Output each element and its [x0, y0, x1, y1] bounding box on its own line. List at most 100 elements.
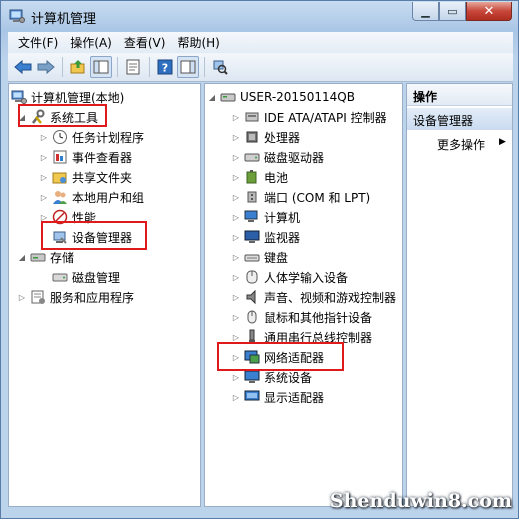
properties-icon: [126, 59, 140, 75]
device-category-label: 鼠标和其他指针设备: [264, 310, 373, 325]
tree-item-disk-management[interactable]: 磁盘管理: [52, 267, 120, 287]
expand-arrow-icon[interactable]: ▷: [39, 172, 49, 182]
actions-header: 操作: [407, 84, 512, 106]
expand-arrow-icon[interactable]: ▷: [231, 212, 241, 222]
minimize-button[interactable]: ▁: [412, 2, 439, 21]
highlight-network-adapters: [217, 342, 344, 371]
device-category-item[interactable]: ▷ 显示适配器: [231, 387, 324, 407]
services-icon: [31, 290, 45, 304]
device-category-item[interactable]: ▷ 键盘: [231, 247, 288, 267]
toolbar-separator: [62, 57, 63, 77]
device-category-label: 系统设备: [264, 370, 313, 385]
expand-arrow-icon[interactable]: ▷: [17, 292, 27, 302]
device-category-label: 人体学输入设备: [264, 270, 349, 285]
device-category-item[interactable]: ▷ 电池: [231, 167, 288, 187]
folder-up-icon: [70, 60, 85, 74]
device-category-item[interactable]: ▷ 处理器: [231, 127, 300, 147]
more-actions-link[interactable]: 更多操作: [437, 136, 485, 153]
tree-item-label: 磁盘管理: [72, 270, 121, 285]
expand-arrow-icon[interactable]: ▷: [39, 192, 49, 202]
tree-item-storage[interactable]: ◢ 存储: [17, 247, 74, 267]
device-category-label: 键盘: [264, 250, 289, 265]
computer-icon: [244, 210, 258, 222]
device-category-item[interactable]: ▷ 人体学输入设备: [231, 267, 348, 287]
device-category-item[interactable]: ▷ 鼠标和其他指针设备: [231, 307, 372, 327]
device-category-label: 电池: [264, 170, 289, 185]
expand-arrow-icon[interactable]: ▷: [231, 372, 241, 382]
show-hide-action-pane-button[interactable]: [177, 56, 199, 78]
event-viewer-icon: [53, 150, 67, 164]
computer-icon: [220, 93, 236, 102]
up-one-level-button[interactable]: [67, 56, 89, 78]
expand-arrow-icon[interactable]: ▷: [231, 332, 241, 342]
device-category-item[interactable]: ▷ 监视器: [231, 227, 300, 247]
tree-item-label: 事件查看器: [72, 150, 133, 165]
forward-button[interactable]: [35, 56, 57, 78]
expand-arrow-icon[interactable]: ▷: [231, 312, 241, 322]
expand-arrow-icon[interactable]: ▷: [39, 152, 49, 162]
caption-buttons: ▁ ▭ ✕: [412, 2, 512, 21]
computer-name: USER-20150114QB: [240, 90, 355, 104]
help-icon: ?: [157, 59, 173, 75]
maximize-button[interactable]: ▭: [439, 2, 466, 21]
disk-drive-icon: [244, 153, 260, 162]
shared-folder-icon: [52, 172, 67, 184]
console-tree-icon: [93, 60, 109, 74]
mouse-icon: [247, 310, 257, 324]
expand-arrow-icon[interactable]: ▷: [231, 392, 241, 402]
collapse-arrow-icon[interactable]: ◢: [207, 92, 217, 102]
device-category-label: 计算机: [264, 210, 301, 225]
expand-arrow-icon[interactable]: ▷: [231, 152, 241, 162]
battery-icon: [246, 170, 257, 184]
tree-item-label: 任务计划程序: [72, 130, 145, 145]
expand-arrow-icon[interactable]: ▷: [39, 132, 49, 142]
show-hide-console-tree-button[interactable]: [90, 56, 112, 78]
toolbar-separator: [149, 57, 150, 77]
menu-help[interactable]: 帮助(H): [171, 34, 225, 51]
expand-arrow-icon[interactable]: ▷: [231, 292, 241, 302]
device-category-item[interactable]: ▷ 端口 (COM 和 LPT): [231, 187, 370, 207]
tree-item-label: 服务和应用程序: [50, 290, 135, 305]
expand-arrow-icon[interactable]: ▷: [231, 132, 241, 142]
computer-management-icon: [11, 90, 27, 104]
scan-hardware-icon: [213, 60, 228, 75]
expand-arrow-icon[interactable]: ▷: [231, 272, 241, 282]
device-category-item[interactable]: ▷ 磁盘驱动器: [231, 147, 324, 167]
computer-management-icon: [9, 9, 25, 23]
watermark-text: Shenduwin8.com: [329, 490, 512, 512]
tree-item-event-viewer[interactable]: ▷ 事件查看器: [39, 147, 132, 167]
window-title: 计算机管理: [31, 12, 97, 27]
ide-controller-icon: [245, 112, 259, 122]
back-button[interactable]: [12, 56, 34, 78]
tree-item-local-users[interactable]: ▷ 本地用户和组: [39, 187, 144, 207]
menu-action[interactable]: 操作(A): [64, 34, 118, 51]
device-category-item[interactable]: ▷ IDE ATA/ATAPI 控制器: [231, 107, 387, 127]
expand-arrow-icon[interactable]: ▷: [231, 252, 241, 262]
title-bar[interactable]: 计算机管理 ▁ ▭ ✕: [1, 1, 518, 31]
tree-item-task-scheduler[interactable]: ▷ 任务计划程序: [39, 127, 144, 147]
actions-section-device-manager[interactable]: 设备管理器: [407, 108, 512, 130]
expand-arrow-icon[interactable]: ▷: [231, 112, 241, 122]
collapse-arrow-icon[interactable]: ◢: [17, 252, 27, 262]
menu-file[interactable]: 文件(F): [12, 34, 64, 51]
device-category-item[interactable]: ▷ 声音、视频和游戏控制器: [231, 287, 396, 307]
properties-button[interactable]: [122, 56, 144, 78]
action-pane-icon: [180, 60, 196, 74]
clock-icon: [53, 130, 67, 144]
menu-view[interactable]: 查看(V): [118, 34, 172, 51]
device-category-item[interactable]: ▷ 计算机: [231, 207, 300, 227]
device-tree-root[interactable]: ◢ USER-20150114QB: [207, 87, 355, 107]
close-button[interactable]: ✕: [466, 2, 512, 21]
tree-item-label: 存储: [50, 250, 75, 265]
scan-hardware-button[interactable]: [209, 56, 231, 78]
console-tree-pane: 计算机管理(本地) ◢ 系统工具 ▷ 任务计划程序 ▷ 事件查看器 ▷ 共享文件…: [8, 83, 201, 507]
expand-arrow-icon[interactable]: ▷: [231, 192, 241, 202]
tree-item-shared-folders[interactable]: ▷ 共享文件夹: [39, 167, 132, 187]
processor-icon: [246, 131, 258, 143]
submenu-arrow-icon[interactable]: ▶: [499, 137, 506, 147]
expand-arrow-icon[interactable]: ▷: [231, 232, 241, 242]
expand-arrow-icon[interactable]: ▷: [231, 172, 241, 182]
tree-item-services-apps[interactable]: ▷ 服务和应用程序: [17, 287, 134, 307]
help-button[interactable]: ?: [154, 56, 176, 78]
highlight-system-tools: [18, 104, 107, 127]
